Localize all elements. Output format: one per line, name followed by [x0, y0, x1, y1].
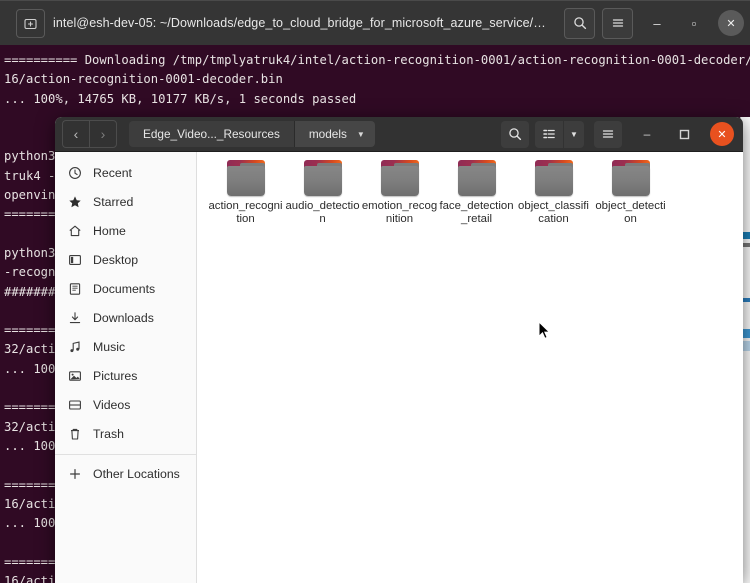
breadcrumb: Edge_Video..._Resources models ▼	[129, 121, 375, 147]
sidebar-item-music[interactable]: Music	[55, 332, 196, 361]
terminal-line: 16/action-recognition-0001-decoder.bin	[4, 72, 283, 87]
sidebar-item-label: Music	[93, 339, 126, 354]
file-manager-window: ‹ › Edge_Video..._Resources models ▼ ▼ –…	[55, 117, 743, 583]
file-item-folder[interactable]: face_detection_retail	[438, 160, 515, 227]
sidebar-item-downloads[interactable]: Downloads	[55, 303, 196, 332]
back-button[interactable]: ‹	[62, 120, 89, 148]
file-item-label: audio_detection	[285, 200, 360, 226]
file-list-icon-view[interactable]: action_recognition audio_detection emoti…	[197, 152, 743, 583]
hamburger-menu-icon[interactable]	[594, 120, 622, 148]
chevron-down-glyph: ▼	[570, 129, 578, 139]
file-item-label: object_detection	[595, 200, 666, 226]
sidebar-item-label: Downloads	[93, 310, 154, 325]
home-icon	[65, 223, 84, 239]
breadcrumb-current-label: models	[308, 127, 347, 141]
file-item-label: face_detection_retail	[439, 200, 514, 226]
sidebar-item-label: Pictures	[93, 368, 138, 383]
sidebar-item-pictures[interactable]: Pictures	[55, 361, 196, 390]
sidebar-divider	[55, 454, 196, 455]
sidebar-item-recent[interactable]: Recent	[55, 158, 196, 187]
download-icon	[65, 310, 84, 326]
view-options-chevron-down-icon[interactable]: ▼	[564, 120, 584, 148]
document-icon	[65, 281, 84, 297]
file-item-label: object_classification	[518, 200, 589, 226]
file-item-folder[interactable]: audio_detection	[284, 160, 361, 227]
terminal-close-button[interactable]: ✕	[718, 10, 744, 36]
terminal-search-icon[interactable]	[564, 7, 595, 39]
file-item-folder[interactable]: object_detection	[592, 160, 669, 227]
file-manager-headerbar: ‹ › Edge_Video..._Resources models ▼ ▼ –…	[55, 117, 743, 152]
chevron-down-icon: ▼	[356, 129, 365, 139]
search-icon[interactable]	[501, 120, 529, 148]
sidebar-item-starred[interactable]: Starred	[55, 187, 196, 216]
terminal-menu-icon[interactable]	[602, 7, 633, 39]
terminal-line: ... 100%, 14765 KB, 10177 KB/s, 1 second…	[4, 91, 357, 106]
file-manager-maximize-button[interactable]	[672, 122, 696, 146]
file-manager-close-button[interactable]: ✕	[710, 122, 734, 146]
view-list-icon[interactable]	[535, 120, 563, 148]
clock-icon	[65, 165, 84, 181]
sidebar-item-label: Trash	[93, 426, 124, 441]
sidebar-item-videos[interactable]: Videos	[55, 390, 196, 419]
folder-icon	[302, 160, 344, 197]
folder-icon	[610, 160, 652, 197]
terminal-titlebar: intel@esh-dev-05: ~/Downloads/edge_to_cl…	[0, 0, 750, 45]
terminal-line: ========== Downloading /tmp/tmplyatruk4/…	[4, 53, 750, 67]
picture-icon	[65, 368, 84, 384]
breadcrumb-item-current[interactable]: models ▼	[294, 121, 375, 147]
sidebar-item-label: Home	[93, 223, 126, 238]
star-icon	[65, 194, 84, 210]
folder-icon	[456, 160, 498, 197]
file-manager-sidebar: Recent Starred Home Desktop Documents Do…	[55, 152, 197, 583]
file-item-label: action_recognition	[208, 200, 283, 226]
sidebar-item-label: Videos	[93, 397, 131, 412]
desktop-icon	[65, 252, 84, 268]
sidebar-item-label: Documents	[93, 281, 156, 296]
file-manager-content: Recent Starred Home Desktop Documents Do…	[55, 152, 743, 583]
file-item-folder[interactable]: emotion_recognition	[361, 160, 438, 227]
terminal-maximize-button[interactable]: ▫	[681, 10, 707, 36]
sidebar-item-label: Starred	[93, 194, 134, 209]
folder-icon	[225, 160, 267, 197]
new-tab-icon[interactable]	[16, 8, 45, 38]
file-item-folder[interactable]: action_recognition	[207, 160, 284, 227]
trash-icon	[65, 426, 84, 442]
folder-icon	[379, 160, 421, 197]
sidebar-item-label: Other Locations	[93, 466, 180, 481]
sidebar-item-label: Recent	[93, 165, 132, 180]
plus-icon	[65, 466, 84, 482]
terminal-minimize-button[interactable]: –	[644, 10, 670, 36]
file-item-label: emotion_recognition	[361, 200, 438, 226]
sidebar-item-documents[interactable]: Documents	[55, 274, 196, 303]
file-manager-minimize-button[interactable]: –	[635, 122, 659, 146]
terminal-window-title: intel@esh-dev-05: ~/Downloads/edge_to_cl…	[53, 16, 557, 30]
sidebar-item-home[interactable]: Home	[55, 216, 196, 245]
forward-button[interactable]: ›	[89, 120, 117, 148]
navigation-buttons: ‹ ›	[62, 120, 117, 148]
video-icon	[65, 397, 84, 413]
sidebar-item-label: Desktop	[93, 252, 139, 267]
sidebar-item-other-locations[interactable]: Other Locations	[55, 459, 196, 488]
sidebar-item-desktop[interactable]: Desktop	[55, 245, 196, 274]
file-item-folder[interactable]: object_classification	[515, 160, 592, 227]
folder-icon	[533, 160, 575, 197]
breadcrumb-item-parent[interactable]: Edge_Video..._Resources	[129, 121, 295, 147]
sidebar-item-trash[interactable]: Trash	[55, 419, 196, 448]
music-note-icon	[65, 339, 84, 355]
